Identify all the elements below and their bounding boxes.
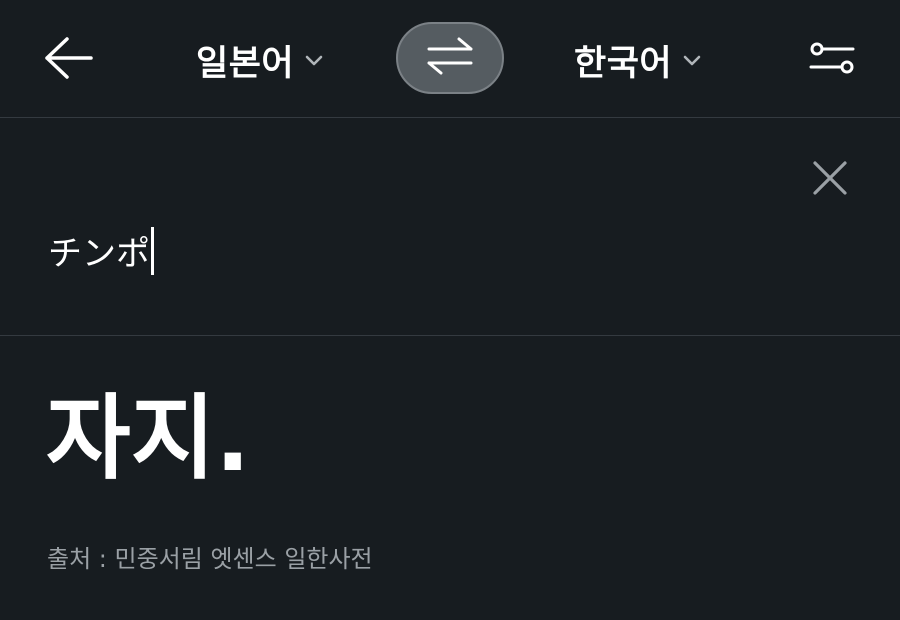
source-text-field[interactable]: チンポ bbox=[48, 226, 154, 275]
close-icon bbox=[812, 160, 848, 200]
clear-input-button[interactable] bbox=[806, 156, 854, 204]
arrow-left-icon bbox=[43, 36, 93, 84]
source-input-area[interactable]: チンポ bbox=[0, 118, 900, 336]
back-button[interactable] bbox=[38, 32, 98, 88]
chevron-down-icon bbox=[304, 53, 324, 67]
source-language-label: 일본어 bbox=[196, 43, 295, 84]
toggles-settings-icon bbox=[808, 40, 856, 80]
settings-button[interactable] bbox=[802, 32, 862, 88]
chevron-down-icon bbox=[682, 53, 702, 67]
swap-languages-button[interactable] bbox=[396, 22, 504, 94]
target-language-label: 한국어 bbox=[574, 43, 673, 84]
translator-app: 일본어 한국어 チンポ 자지. 출처: 민중서림 엣센스 일한사전 bbox=[0, 0, 900, 620]
target-language-select[interactable]: 한국어 bbox=[574, 32, 702, 88]
language-bar: 일본어 한국어 bbox=[0, 0, 900, 118]
source-text: チンポ bbox=[48, 234, 150, 274]
translation-result: 자지. bbox=[46, 385, 251, 492]
swap-arrows-icon bbox=[425, 36, 475, 80]
source-language-select[interactable]: 일본어 bbox=[196, 32, 324, 88]
dictionary-source-note: 출처 : 민중서림 엣센스 일한사전 bbox=[47, 545, 373, 573]
text-cursor bbox=[151, 226, 154, 275]
